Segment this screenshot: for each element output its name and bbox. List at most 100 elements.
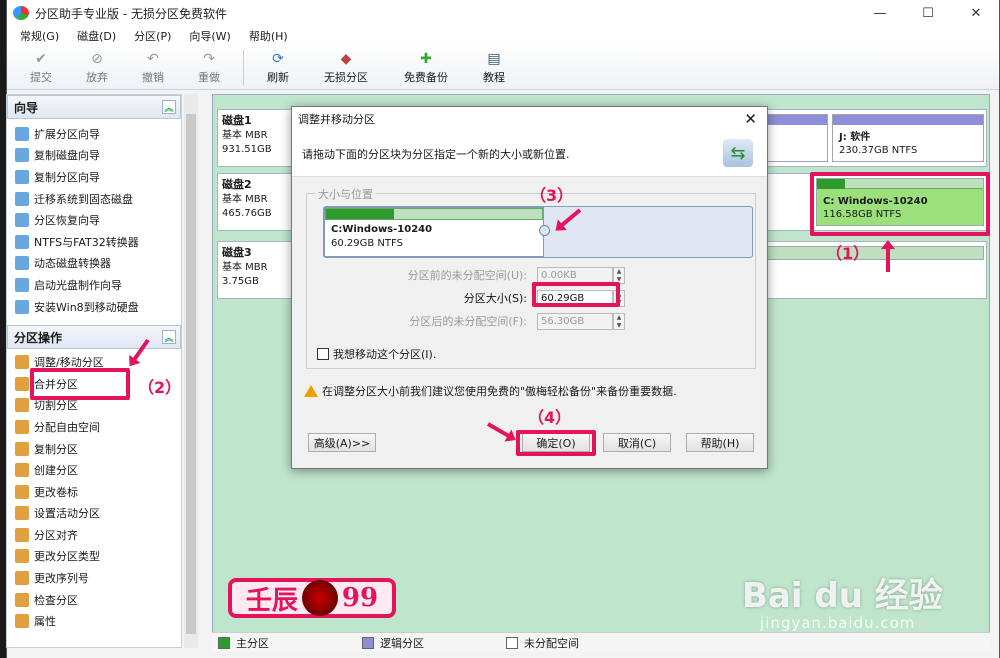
disk-name: 磁盘2 bbox=[222, 178, 252, 191]
wizard-item-label: 复制分区向导 bbox=[34, 170, 100, 184]
menu-wizard[interactable]: 向导(W) bbox=[189, 28, 230, 44]
op-item-label: 分配自由空间 bbox=[34, 420, 100, 434]
wizard-item[interactable]: 安装Win8到移动硬盘 bbox=[7, 296, 181, 318]
minimize-button[interactable]: — bbox=[857, 0, 903, 26]
collapse-icon[interactable]: ︽ bbox=[162, 330, 176, 345]
scrollbar-thumb[interactable] bbox=[186, 114, 196, 634]
commit-button[interactable]: ✔ 提交 bbox=[13, 46, 69, 90]
wizard-icon bbox=[15, 126, 29, 141]
disk-icon: ◆ bbox=[340, 51, 352, 67]
op-icon bbox=[15, 549, 29, 564]
collapse-icon[interactable]: ︽ bbox=[162, 100, 176, 114]
annotation-1: （1） bbox=[826, 244, 870, 263]
op-item[interactable]: 设置活动分区 bbox=[7, 503, 181, 525]
op-item[interactable]: 检查分区 bbox=[7, 589, 181, 611]
op-item[interactable]: 复制分区 bbox=[7, 438, 181, 460]
size-position-group: 大小与位置 C:Windows-10240 60.29GB NTFS 分区前的未… bbox=[306, 186, 757, 369]
advanced-button[interactable]: 高级(A)>> bbox=[308, 433, 376, 452]
before-space-spinner[interactable]: ▲ ▼ bbox=[613, 266, 625, 284]
warning-text: 在调整分区大小前我们建议您使用免费的"傲梅轻松备份"来备份重要数据. bbox=[322, 385, 677, 398]
wizard-item[interactable]: 扩展分区向导 bbox=[7, 123, 181, 145]
op-icon bbox=[15, 398, 29, 413]
backup-icon: ✚ bbox=[420, 51, 432, 67]
before-space-input[interactable]: 0.00KB bbox=[537, 266, 613, 284]
menu-general[interactable]: 常规(G) bbox=[20, 28, 59, 44]
partition-drag-area[interactable]: C:Windows-10240 60.29GB NTFS bbox=[323, 206, 753, 258]
lossless-partition-button[interactable]: ◆ 无损分区 bbox=[306, 46, 386, 90]
wizard-item[interactable]: 迁移系统到固态磁盘 bbox=[7, 188, 181, 210]
wizard-item[interactable]: NTFS与FAT32转换器 bbox=[7, 231, 181, 253]
partition-usb[interactable] bbox=[766, 246, 984, 260]
disk-size: 3.75GB bbox=[222, 276, 259, 287]
maximize-button[interactable]: ☐ bbox=[905, 0, 951, 26]
warning-icon bbox=[304, 385, 318, 397]
wizard-section-title: 向导 bbox=[14, 100, 39, 115]
wizard-item[interactable]: 复制磁盘向导 bbox=[7, 145, 181, 167]
wizard-item[interactable]: 复制分区向导 bbox=[7, 166, 181, 188]
highlight-resize-item bbox=[30, 368, 130, 400]
primary-swatch bbox=[218, 636, 230, 649]
legend-primary: 主分区 bbox=[236, 636, 269, 650]
arrow-1 bbox=[886, 246, 890, 272]
wizard-icon bbox=[15, 277, 29, 292]
after-space-row: 分区后的未分配空间(F): 56.30GB ▲ ▼ bbox=[307, 312, 757, 330]
size-label: 分区大小(S): bbox=[463, 292, 527, 305]
refresh-button[interactable]: ⟳ 刷新 bbox=[250, 46, 306, 90]
partition-block[interactable]: C:Windows-10240 60.29GB NTFS bbox=[324, 207, 544, 257]
op-icon bbox=[15, 484, 29, 499]
menu-help[interactable]: 帮助(H) bbox=[249, 28, 288, 44]
badge-left-text: 壬辰 bbox=[245, 585, 298, 616]
toolbar-divider bbox=[243, 50, 244, 86]
menu-bar: 常规(G) 磁盘(D) 分区(P) 向导(W) 帮助(H) bbox=[7, 26, 999, 46]
resize-icon bbox=[15, 355, 29, 370]
op-item[interactable]: 属性 bbox=[7, 610, 181, 632]
tutorial-button[interactable]: ▤ 教程 bbox=[466, 46, 522, 90]
move-partition-label: 我想移动这个分区(I). bbox=[333, 348, 437, 361]
partition-j[interactable]: J: 软件 230.37GB NTFS bbox=[832, 114, 984, 162]
disk-size: 465.76GB bbox=[222, 208, 272, 219]
op-item-label: 复制分区 bbox=[34, 442, 78, 456]
dialog-close-button[interactable]: ✕ bbox=[744, 110, 757, 128]
redo-button[interactable]: ↷ 重做 bbox=[181, 46, 237, 90]
menu-disk[interactable]: 磁盘(D) bbox=[77, 28, 116, 44]
ops-section-header[interactable]: 分区操作 ︽ bbox=[7, 325, 181, 350]
wizard-item-label: 扩展分区向导 bbox=[34, 127, 100, 141]
after-space-input[interactable]: 56.30GB bbox=[537, 312, 613, 330]
op-item[interactable]: 更改分区类型 bbox=[7, 546, 181, 568]
wizard-icon bbox=[15, 234, 29, 249]
before-space-label: 分区前的未分配空间(U): bbox=[407, 269, 527, 282]
book-icon: ▤ bbox=[487, 51, 501, 67]
logical-swatch bbox=[362, 636, 374, 649]
help-button[interactable]: 帮助(H) bbox=[686, 433, 754, 452]
wizard-section-header[interactable]: 向导 ︽ bbox=[7, 95, 181, 119]
op-item[interactable]: 分区对齐 bbox=[7, 524, 181, 546]
undo-button[interactable]: ↶ 撤销 bbox=[125, 46, 181, 90]
undo-label: 撤销 bbox=[142, 71, 164, 84]
partition-other[interactable] bbox=[766, 114, 828, 162]
free-backup-button[interactable]: ✚ 免费备份 bbox=[386, 46, 466, 90]
op-item[interactable]: 更改序列号 bbox=[7, 567, 181, 589]
op-icon bbox=[15, 614, 29, 629]
after-space-spinner[interactable]: ▲ ▼ bbox=[613, 312, 625, 330]
move-partition-checkbox[interactable]: 我想移动这个分区(I). bbox=[317, 346, 436, 362]
resize-handle[interactable] bbox=[539, 225, 550, 236]
op-item-label: 更改分区类型 bbox=[34, 550, 100, 564]
wizard-item[interactable]: 动态磁盘转换器 bbox=[7, 253, 181, 275]
wizard-item[interactable]: 启动光盘制作向导 bbox=[7, 274, 181, 296]
wizard-list: 扩展分区向导 复制磁盘向导 复制分区向导 迁移系统到固态磁盘 分区恢复向导 NT… bbox=[7, 119, 181, 317]
close-button[interactable]: ✕ bbox=[953, 0, 999, 26]
op-item[interactable]: 分配自由空间 bbox=[7, 416, 181, 438]
checkbox-box[interactable] bbox=[317, 348, 329, 360]
disk-size: 931.51GB bbox=[222, 144, 272, 155]
window-title: 分区助手专业版 - 无损分区免费软件 bbox=[35, 6, 227, 21]
op-item[interactable]: 更改卷标 bbox=[7, 481, 181, 503]
op-item[interactable]: 创建分区 bbox=[7, 459, 181, 481]
cancel-button[interactable]: 取消(C) bbox=[603, 433, 671, 452]
wizard-item-label: 迁移系统到固态磁盘 bbox=[34, 192, 133, 206]
sidebar-scrollbar[interactable] bbox=[184, 94, 198, 648]
disk-label: 磁盘3 基本 MBR 3.75GB bbox=[222, 246, 288, 289]
wizard-item[interactable]: 分区恢复向导 bbox=[7, 209, 181, 231]
discard-button[interactable]: ⊘ 放弃 bbox=[69, 46, 125, 90]
menu-partition[interactable]: 分区(P) bbox=[134, 28, 171, 44]
wizard-item-label: 安装Win8到移动硬盘 bbox=[34, 300, 139, 314]
